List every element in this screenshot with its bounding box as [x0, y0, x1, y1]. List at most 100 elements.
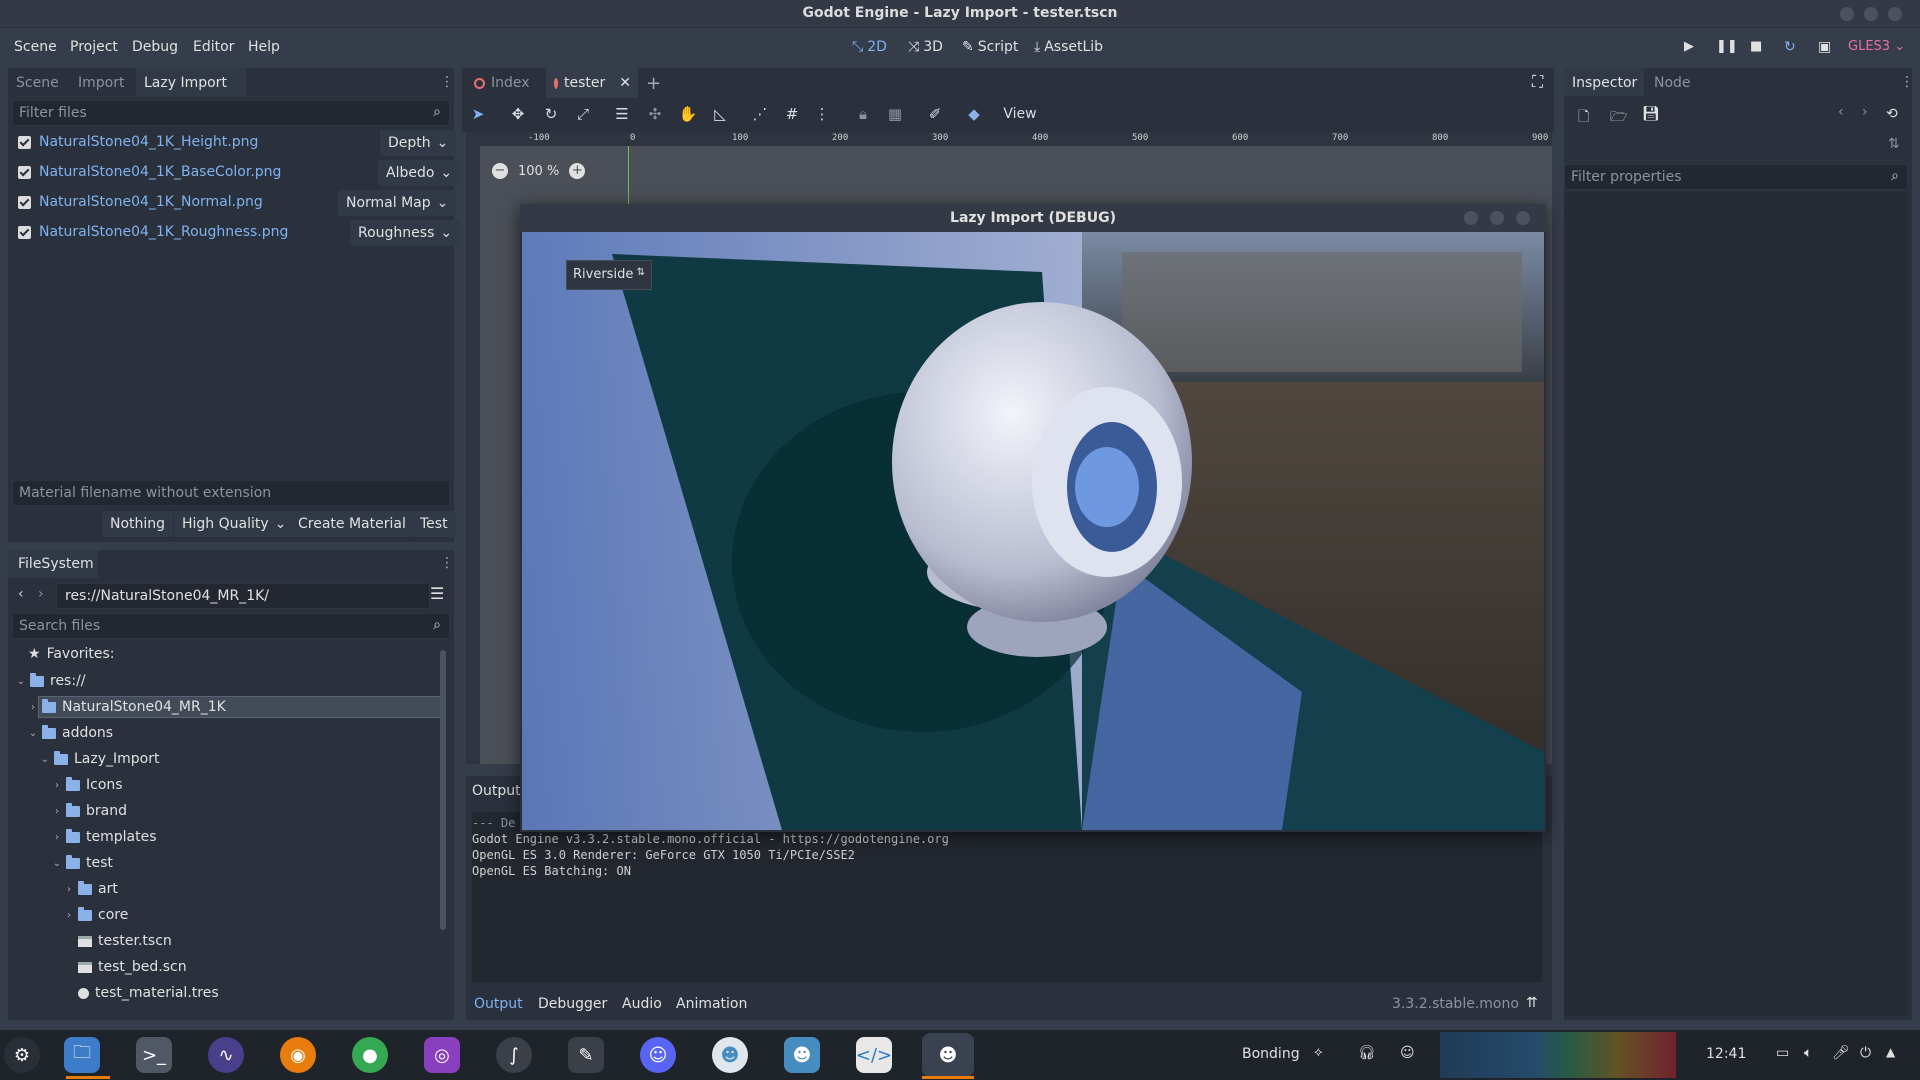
maximize-button[interactable] — [1864, 7, 1878, 21]
tab-lazy-import[interactable]: Lazy Import — [144, 75, 227, 91]
checkbox[interactable] — [18, 165, 31, 179]
filter-files-input[interactable]: Filter files ⌕ — [12, 100, 450, 126]
tree-item[interactable]: tester.tscn — [78, 930, 172, 952]
app-tray-icon[interactable]: ⟡ — [1314, 1045, 1323, 1060]
dock-menu-icon[interactable]: ⋮ — [440, 555, 454, 571]
inkscape-icon[interactable]: ∫ — [496, 1037, 532, 1073]
tab-filesystem[interactable]: FileSystem — [18, 556, 94, 572]
group-icon[interactable]: ▦ — [885, 104, 905, 124]
zoom-out-icon[interactable]: − — [492, 163, 508, 179]
discord-icon[interactable]: ☺ — [640, 1037, 676, 1073]
tree-item[interactable]: › core — [64, 904, 128, 926]
network-label[interactable]: Bonding — [1242, 1046, 1300, 1062]
script-button[interactable]: ✎ Script — [962, 39, 1018, 55]
tab-output[interactable]: Output — [474, 996, 523, 1012]
pan-tool-icon[interactable]: ✋ — [678, 104, 698, 124]
distraction-free-icon[interactable]: ⛶ — [1532, 72, 1543, 92]
tree-item[interactable]: › NaturalStone04_MR_1K — [28, 696, 226, 718]
object-properties-icon[interactable]: ⇅ — [1888, 136, 1900, 152]
bone-icon[interactable]: ✐ — [925, 104, 945, 124]
tab-animation[interactable]: Animation — [676, 996, 747, 1012]
tree-item[interactable]: ⌄ addons — [28, 722, 113, 744]
tree-scrollbar[interactable] — [440, 650, 446, 930]
open-folder-icon[interactable]: 🗁︎ — [1610, 106, 1627, 130]
tree-item[interactable]: test_bed.scn — [78, 956, 187, 978]
pause-icon[interactable]: ❚❚ — [1716, 39, 1738, 54]
menu-project[interactable]: Project — [70, 39, 118, 55]
tree-item[interactable]: test_material.tres — [78, 982, 219, 1004]
favorites-row[interactable]: ★ Favorites: — [28, 643, 115, 665]
microphone-icon[interactable]: 🎤︎ — [1832, 1045, 1850, 1061]
rotate-tool-icon[interactable]: ↻ — [541, 104, 561, 124]
menu-scene[interactable]: Scene — [14, 39, 57, 55]
quality-select[interactable]: High Quality ⌄ — [174, 511, 295, 537]
map-type-select[interactable]: Depth ⌄ — [380, 130, 457, 156]
filter-properties-input[interactable]: Filter properties ⌕ — [1564, 164, 1908, 190]
forward-icon[interactable]: › — [38, 586, 44, 602]
close-icon[interactable]: ✕ — [619, 75, 631, 91]
tab-import[interactable]: Import — [78, 75, 124, 91]
history-back-icon[interactable]: ‹ — [1838, 104, 1844, 120]
back-icon[interactable]: ‹ — [18, 586, 24, 602]
renderer-select[interactable]: GLES3 ⌄ — [1848, 39, 1905, 54]
close-button[interactable] — [1888, 7, 1902, 21]
tree-item[interactable]: › templates — [52, 826, 157, 848]
checkbox[interactable] — [18, 195, 31, 209]
dock-menu-icon[interactable]: ⋮ — [1900, 74, 1914, 90]
pivot-tool-icon[interactable]: ✣ — [645, 104, 665, 124]
map-type-select[interactable]: Normal Map ⌄ — [338, 190, 457, 216]
camera-override-icon[interactable]: ◆ — [964, 104, 984, 124]
godot-icon[interactable]: ☻ — [712, 1037, 748, 1073]
minimize-button[interactable] — [1464, 211, 1478, 225]
tab-debugger[interactable]: Debugger — [538, 996, 607, 1012]
terminal-icon[interactable]: >_ — [136, 1037, 172, 1073]
screen-icon[interactable]: ▭ — [1776, 1045, 1789, 1061]
tree-item[interactable]: ⌄ res:// — [16, 670, 86, 692]
history-forward-icon[interactable]: › — [1862, 104, 1868, 120]
reload-icon[interactable]: ↻ — [1784, 39, 1796, 55]
pin-panel-icon[interactable]: ⇈ — [1526, 995, 1538, 1011]
menu-debug[interactable]: Debug — [132, 39, 178, 55]
search-files-input[interactable]: Search files ⌕ — [12, 613, 450, 639]
map-type-select[interactable]: Albedo ⌄ — [378, 160, 461, 186]
save-icon[interactable]: 💾︎ — [1642, 106, 1660, 122]
grid-snap-icon[interactable]: # — [782, 104, 802, 124]
podcast-icon[interactable]: ◎ — [424, 1037, 460, 1073]
gimp-icon[interactable]: ✎ — [568, 1037, 604, 1073]
smart-snap-icon[interactable]: ⋰ — [750, 104, 770, 124]
minimize-button[interactable] — [1840, 7, 1854, 21]
tree-item[interactable]: › brand — [52, 800, 127, 822]
power-icon[interactable]: ⏻ — [1860, 1045, 1871, 1061]
list-view-icon[interactable]: ☰ — [430, 584, 450, 608]
dock-menu-icon[interactable]: ⋮ — [440, 74, 454, 90]
tree-item[interactable]: ⌄ test — [52, 852, 113, 874]
select-tool-icon[interactable]: ➤ — [468, 104, 488, 124]
map-type-select[interactable]: Roughness ⌄ — [350, 220, 461, 246]
assetlib-button[interactable]: ⤓ AssetLib — [1034, 39, 1103, 55]
checkbox[interactable] — [18, 225, 31, 239]
tree-item[interactable]: ⌄ Lazy_Import — [40, 748, 159, 770]
zoom-in-icon[interactable]: + — [569, 163, 586, 179]
lock-icon[interactable]: 🔒︎ — [853, 104, 873, 124]
menu-help[interactable]: Help — [248, 39, 280, 55]
path-field[interactable]: res://NaturalStone04_MR_1K/ — [56, 583, 430, 609]
clock[interactable]: 12:41 — [1706, 1046, 1746, 1062]
tab-index[interactable]: Index — [474, 75, 530, 91]
view-menu[interactable]: View — [1000, 104, 1040, 124]
godot-mono-icon[interactable]: ☻ — [784, 1037, 820, 1073]
code-editor-icon[interactable]: </> — [856, 1037, 892, 1073]
material-name-input[interactable]: Material filename without extension — [12, 480, 450, 506]
scale-tool-icon[interactable]: ⤢ — [573, 104, 593, 124]
environment-select[interactable]: Riverside ⇅ — [566, 260, 652, 290]
more-icon[interactable]: ⋮ — [812, 104, 832, 124]
tab-inspector[interactable]: Inspector — [1572, 75, 1637, 91]
mode-3d-button[interactable]: ⤨ 3D — [908, 39, 943, 55]
volume-icon[interactable]: 🔈︎ — [1804, 1045, 1812, 1061]
chrome-icon[interactable]: ● — [352, 1037, 388, 1073]
tab-audio[interactable]: Audio — [622, 996, 662, 1012]
list-select-icon[interactable]: ☰ — [612, 104, 632, 124]
zoom-level[interactable]: 100 % — [518, 164, 559, 179]
mode-2d-button[interactable]: ⤡ 2D — [852, 39, 887, 55]
app-launcher-icon[interactable]: ⚙ — [4, 1037, 40, 1073]
checkbox[interactable] — [18, 135, 31, 149]
